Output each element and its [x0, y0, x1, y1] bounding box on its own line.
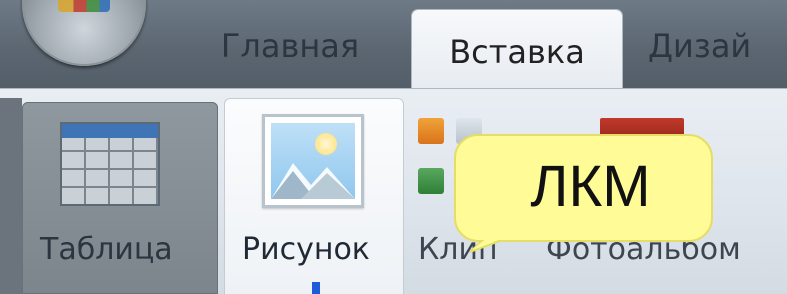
picture-icon [262, 114, 364, 208]
tab-home-label: Главная [220, 27, 360, 65]
table-icon [60, 122, 160, 206]
mountains-icon [271, 163, 355, 199]
tab-insert[interactable]: Вставка [412, 10, 622, 94]
text-cursor [312, 282, 320, 294]
shapes-icon [418, 168, 444, 194]
office-logo-icon [58, 0, 110, 12]
tab-design-label: Дизай [648, 27, 752, 65]
clip-icon [418, 118, 444, 144]
tab-design[interactable]: Дизай [648, 0, 787, 92]
picture-button-label: Рисунок [242, 232, 370, 267]
ribbon-left-edge [0, 98, 22, 294]
tab-insert-label: Вставка [449, 33, 585, 71]
word-ribbon-screenshot: Главная Вставка Дизай Таблица Рисунок Кл… [0, 0, 787, 294]
callout-text: ЛКМ [530, 153, 651, 219]
table-button-label: Таблица [40, 232, 173, 267]
tab-home[interactable]: Главная [200, 0, 380, 92]
